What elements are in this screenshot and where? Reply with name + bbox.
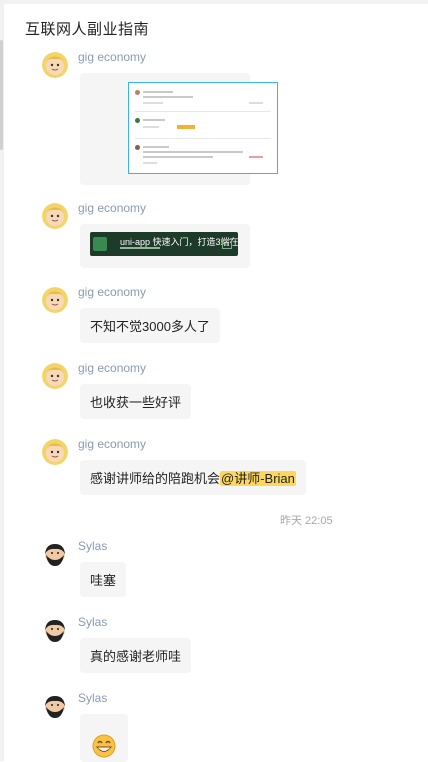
course-card-message[interactable]: uni-app 快速入门，打造3端在线教育类app	[80, 224, 250, 268]
course-logo-icon	[93, 237, 107, 251]
text-message[interactable]: 也收获一些好评	[80, 384, 192, 419]
sender-name: Sylas	[78, 615, 108, 629]
bearded-face-icon	[42, 541, 68, 567]
avatar-sylas[interactable]	[42, 617, 68, 643]
sender-name: gig economy	[78, 201, 147, 215]
timestamp: 昨天 22:05	[280, 515, 333, 527]
avatar-gig-economy[interactable]	[42, 439, 68, 465]
sender-name: gig economy	[78, 437, 147, 451]
avatar-gig-economy[interactable]	[42, 52, 68, 78]
scrollbar-thumb[interactable]	[0, 40, 3, 150]
avatar-sylas[interactable]	[42, 541, 68, 567]
bearded-face-icon	[42, 693, 68, 719]
image-message[interactable]	[80, 73, 278, 185]
sender-name: gig economy	[78, 285, 147, 299]
avatar-gig-economy[interactable]	[42, 203, 68, 229]
avatar-gig-economy[interactable]	[42, 287, 68, 313]
cartoon-face-icon	[42, 439, 68, 465]
cartoon-face-icon	[42, 363, 68, 389]
bearded-face-icon	[42, 617, 68, 643]
chat-title: 互联网人副业指南	[25, 21, 150, 38]
message-text: 感谢讲师给的陪跑机会	[90, 471, 221, 486]
left-scrollbar[interactable]	[0, 0, 4, 761]
grinning-face-icon	[92, 734, 116, 758]
course-card-subtitle-line	[120, 247, 160, 249]
cartoon-face-icon	[42, 203, 68, 229]
text-message[interactable]: 真的感谢老师哇	[80, 638, 192, 673]
screenshot-thumbnail[interactable]	[128, 82, 278, 174]
mention-tag[interactable]: @讲师-Brian	[220, 471, 296, 486]
sender-name: gig economy	[78, 50, 147, 64]
cartoon-face-icon	[42, 52, 68, 78]
sender-name: Sylas	[78, 539, 108, 553]
emoji-message[interactable]	[80, 714, 128, 762]
text-message[interactable]: 不知不觉3000多人了	[80, 308, 220, 343]
cartoon-face-icon	[42, 287, 68, 313]
avatar-sylas[interactable]	[42, 693, 68, 719]
sender-name: gig economy	[78, 361, 147, 375]
course-banner[interactable]: uni-app 快速入门，打造3端在线教育类app	[90, 232, 238, 256]
text-message[interactable]: 哇塞	[80, 562, 127, 597]
course-card-corner-icon	[222, 239, 232, 249]
top-edge	[0, 0, 428, 4]
text-message[interactable]: 感谢讲师给的陪跑机会@讲师-Brian	[80, 460, 306, 495]
avatar-gig-economy[interactable]	[42, 363, 68, 389]
sender-name: Sylas	[78, 691, 108, 705]
